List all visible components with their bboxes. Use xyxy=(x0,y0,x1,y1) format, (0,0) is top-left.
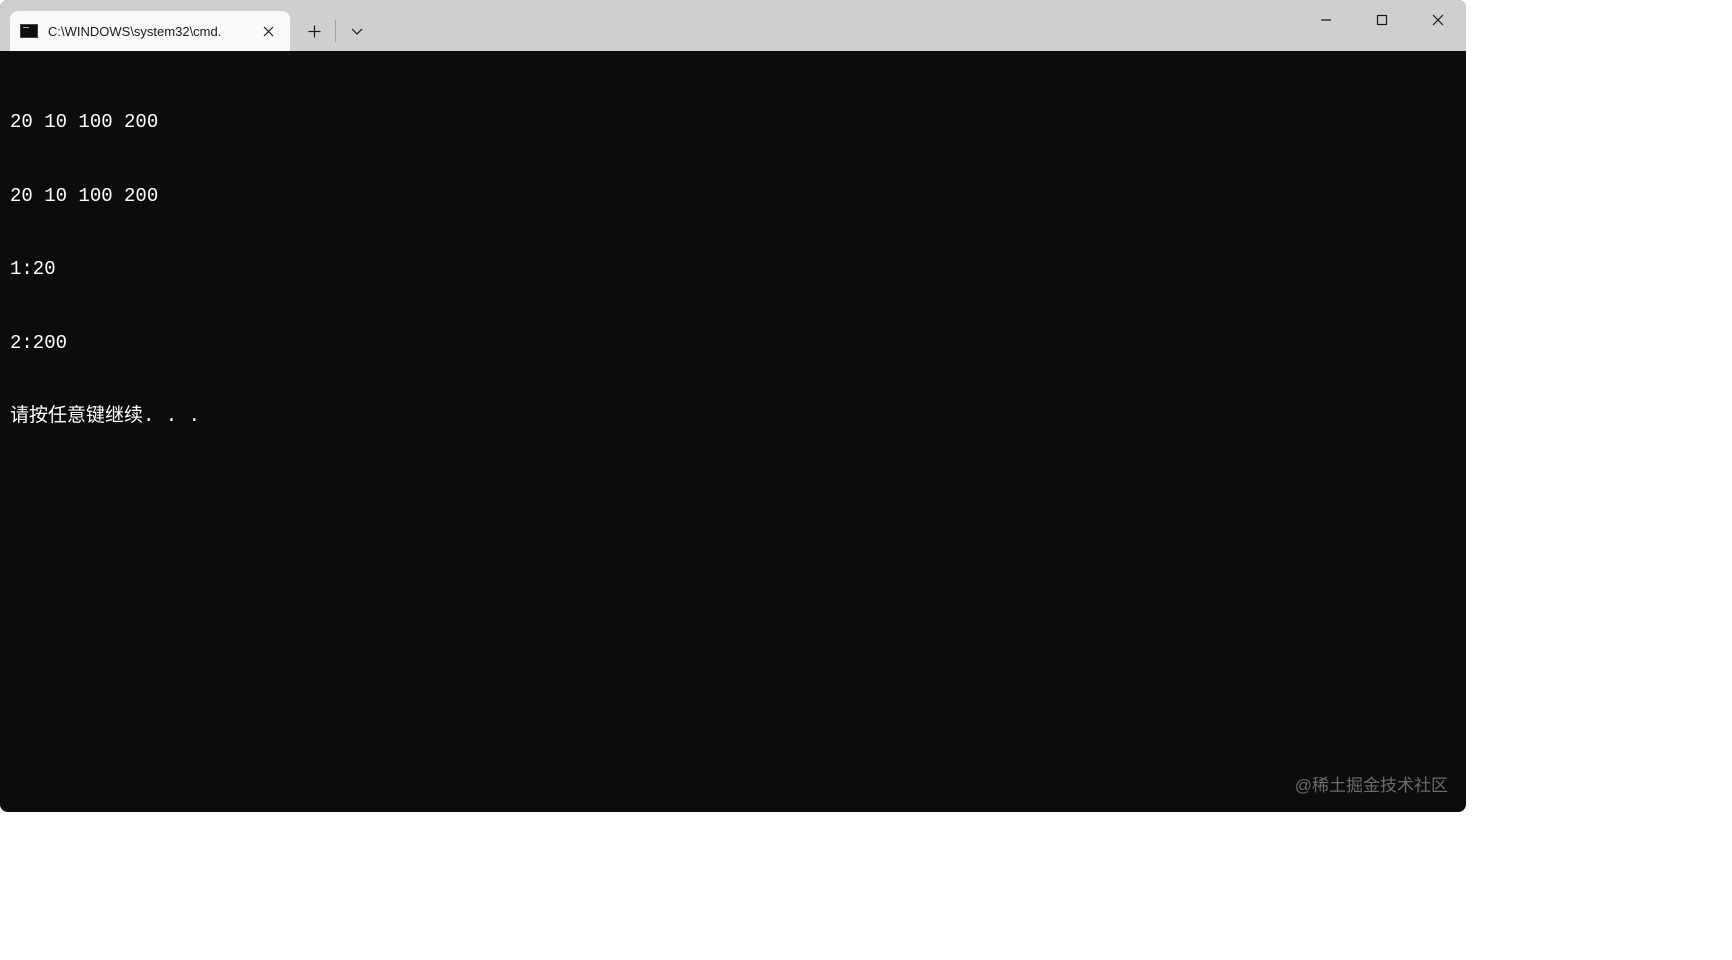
minimize-button[interactable] xyxy=(1298,0,1354,40)
tab-dropdown-button[interactable] xyxy=(339,13,375,49)
minimize-icon xyxy=(1320,14,1332,26)
tabs-area: C:\WINDOWS\system32\cmd. xyxy=(0,0,375,51)
close-icon xyxy=(263,26,274,37)
terminal-line: 20 10 100 200 xyxy=(10,184,1456,209)
terminal-line: 1:20 xyxy=(10,257,1456,282)
tab-divider xyxy=(335,20,336,42)
terminal-window: C:\WINDOWS\system32\cmd. xyxy=(0,0,1466,812)
new-tab-button[interactable] xyxy=(296,13,332,49)
watermark: @稀土掘金技术社区 xyxy=(1295,774,1448,799)
maximize-button[interactable] xyxy=(1354,0,1410,40)
tab-title: C:\WINDOWS\system32\cmd. xyxy=(48,24,250,39)
chevron-down-icon xyxy=(351,28,363,35)
tab-cmd[interactable]: C:\WINDOWS\system32\cmd. xyxy=(10,11,290,51)
window-controls xyxy=(1298,0,1466,51)
cmd-icon xyxy=(20,24,38,38)
maximize-icon xyxy=(1376,14,1388,26)
close-icon xyxy=(1432,14,1444,26)
terminal-body[interactable]: 20 10 100 200 20 10 100 200 1:20 2:200 请… xyxy=(0,51,1466,812)
tab-close-button[interactable] xyxy=(258,21,278,41)
titlebar[interactable]: C:\WINDOWS\system32\cmd. xyxy=(0,0,1466,51)
close-window-button[interactable] xyxy=(1410,0,1466,40)
plus-icon xyxy=(308,25,321,38)
terminal-line: 请按任意键继续. . . xyxy=(10,404,1456,429)
terminal-line: 20 10 100 200 xyxy=(10,110,1456,135)
terminal-line: 2:200 xyxy=(10,331,1456,356)
